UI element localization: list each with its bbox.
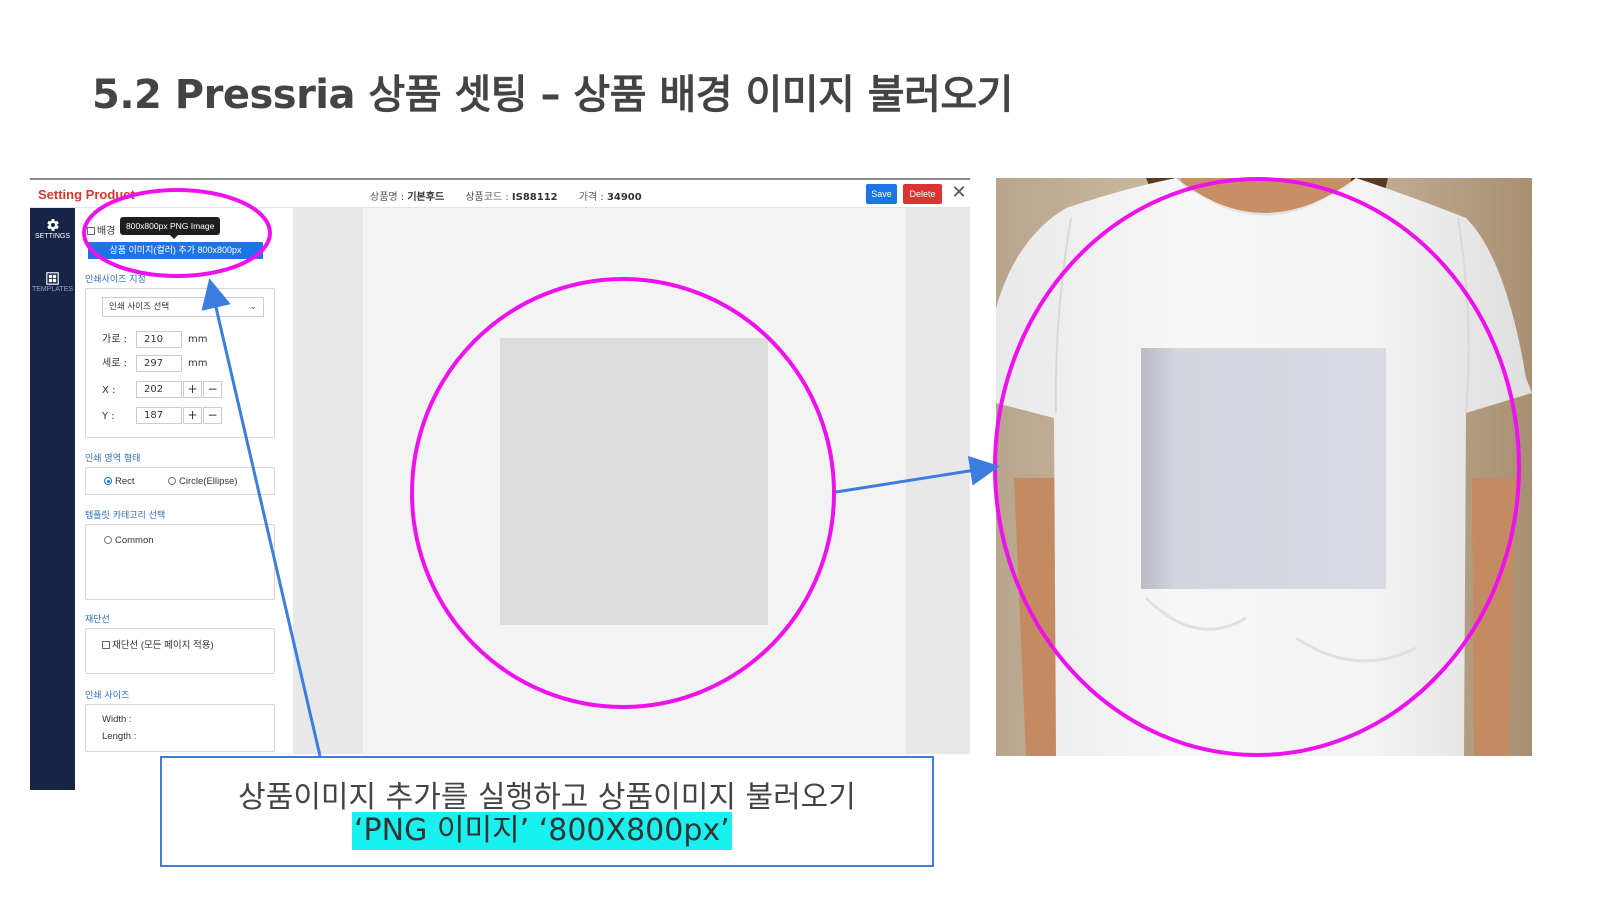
price-value: 34900 — [606, 192, 642, 203]
slide-title: 5.2 Pressria 상품 셋팅 – 상품 배경 이미지 불러오기 — [92, 72, 1013, 118]
shape-rect-label: Rect — [115, 476, 135, 487]
cutline-label: 재단선 — [85, 615, 110, 625]
app-title: Setting Product — [38, 187, 135, 202]
cutline-checkbox[interactable] — [102, 641, 110, 650]
tshirt-illustration — [996, 178, 1532, 756]
radio-circle[interactable] — [168, 477, 176, 486]
shape-rect-option[interactable]: Rect — [104, 476, 135, 487]
cutline-option-label: 재단선 (모든 페이지 적용) — [112, 640, 214, 651]
print-size-label: 인쇄 사이즈 — [85, 691, 130, 701]
print-area[interactable] — [500, 338, 768, 625]
print-length-label: Length : — [102, 731, 137, 742]
bg-checkbox-label: 배경 — [97, 226, 116, 237]
save-button[interactable]: Save — [866, 184, 897, 204]
app-screenshot: Setting Product 상품명 : 기본후드 상품코드 : IS8811… — [30, 178, 970, 790]
category-common-option[interactable]: Common — [104, 535, 154, 546]
height-unit: mm — [188, 358, 208, 369]
height-input[interactable]: 297 — [136, 354, 182, 372]
height-row: 세로 : 297 mm — [102, 354, 207, 372]
nav-settings-label: SETTINGS — [34, 233, 70, 240]
cutline-option[interactable]: 재단선 (모든 페이지 적용) — [102, 637, 214, 651]
product-photo — [996, 178, 1532, 756]
tooltip: 800x800px PNG Image — [120, 217, 221, 239]
close-icon[interactable]: ✕ — [951, 183, 967, 203]
product-name-value: 기본후드 — [407, 192, 445, 203]
nav-item-settings[interactable]: SETTINGS — [30, 218, 75, 240]
canvas-board — [363, 208, 906, 754]
x-row: X : 202 + − — [102, 381, 222, 398]
print-area-shape-label: 인쇄 영역 형태 — [85, 454, 141, 464]
shape-circle-option[interactable]: Circle(Ellipse) — [168, 476, 238, 487]
width-row: 가로 : 210 mm — [102, 330, 207, 348]
print-size-box: 인쇄 사이즈 선택 ⌄ 가로 : 210 mm 세로 : 297 mm X : 202 + −… — [85, 288, 275, 438]
print-size-select[interactable]: 인쇄 사이즈 선택 ⌄ — [102, 297, 264, 317]
y-label: Y : — [102, 410, 115, 422]
gear-icon — [46, 219, 59, 231]
templates-icon — [46, 272, 59, 285]
y-plus-button[interactable]: + — [183, 407, 202, 424]
x-minus-button[interactable]: − — [203, 381, 222, 398]
x-label: X : — [102, 384, 116, 396]
y-input[interactable]: 187 — [136, 407, 182, 424]
nav-templates-label: TEMPLATES — [31, 286, 74, 293]
template-category-box: Common — [85, 524, 275, 600]
shape-circle-label: Circle(Ellipse) — [179, 476, 238, 487]
height-label: 세로 : — [102, 358, 127, 369]
radio-common[interactable] — [104, 536, 112, 545]
print-size-select-value: 인쇄 사이즈 선택 — [109, 302, 170, 312]
nav-item-templates[interactable]: TEMPLATES — [30, 272, 75, 293]
side-nav: SETTINGS TEMPLATES — [30, 208, 75, 790]
print-size-setting-label: 인쇄사이즈 지정 — [85, 275, 146, 285]
delete-button[interactable]: Delete — [903, 184, 942, 204]
callout-line2: ‘PNG 이미지’ ‘800X800px’ — [352, 812, 732, 850]
settings-panel: 배경 800x800px PNG Image 상품 이미지(컬러) 추가 800… — [75, 208, 293, 754]
template-category-label: 템플릿 카테고리 선택 — [85, 511, 166, 521]
add-product-image-button[interactable]: 상품 이미지(컬러) 추가 800x800px — [88, 242, 263, 259]
product-name-label: 상품명 : — [370, 192, 405, 203]
shape-box: Rect Circle(Ellipse) — [85, 467, 275, 495]
width-input[interactable]: 210 — [136, 330, 182, 348]
app-topbar: Setting Product 상품명 : 기본후드 상품코드 : IS8811… — [30, 180, 970, 208]
width-unit: mm — [188, 334, 208, 345]
slide: 5.2 Pressria 상품 셋팅 – 상품 배경 이미지 불러오기 Sett… — [0, 0, 1600, 900]
y-row: Y : 187 + − — [102, 407, 222, 424]
price-label: 가격 : — [578, 192, 604, 203]
cutline-box: 재단선 (모든 페이지 적용) — [85, 628, 275, 674]
product-code-value: IS88112 — [511, 192, 558, 203]
x-plus-button[interactable]: + — [183, 381, 202, 398]
print-patch — [1141, 348, 1386, 589]
category-common-label: Common — [115, 535, 154, 546]
product-code-label: 상품코드 : — [465, 192, 509, 203]
print-size-info-box: Width : Length : — [85, 704, 275, 752]
product-info: 상품명 : 기본후드 상품코드 : IS88112 가격 : 34900 — [370, 188, 660, 203]
y-minus-button[interactable]: − — [203, 407, 222, 424]
width-label: 가로 : — [102, 334, 127, 345]
bg-checkbox-row[interactable]: 배경 — [87, 222, 115, 237]
callout-box: 상품이미지 추가를 실행하고 상품이미지 불러오기 ‘PNG 이미지’ ‘800… — [160, 756, 934, 867]
chevron-down-icon: ⌄ — [249, 302, 257, 312]
callout-line1: 상품이미지 추가를 실행하고 상품이미지 불러오기 — [238, 780, 856, 815]
canvas-area — [293, 208, 970, 754]
x-input[interactable]: 202 — [136, 381, 182, 398]
radio-rect[interactable] — [104, 477, 112, 486]
bg-checkbox[interactable] — [87, 227, 95, 235]
print-width-label: Width : — [102, 714, 132, 725]
